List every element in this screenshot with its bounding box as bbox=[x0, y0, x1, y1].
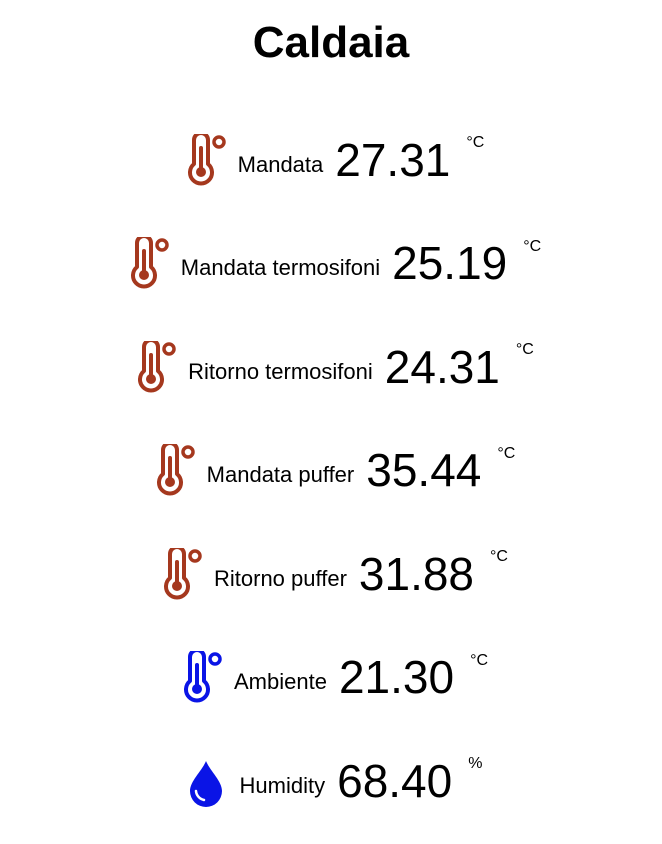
sensor-unit: °C bbox=[515, 341, 534, 358]
sensor-list: Mandata 27.31 °C Mandata termosifoni 25.… bbox=[0, 108, 662, 833]
thermometer-icon bbox=[178, 133, 230, 186]
sensor-row-mandata-termosifoni: Mandata termosifoni 25.19 °C bbox=[0, 212, 662, 316]
sensor-row-mandata: Mandata 27.31 °C bbox=[0, 108, 662, 212]
thermometer-icon bbox=[121, 237, 173, 289]
sensor-row-ritorno-puffer: Ritorno puffer 31.88 °C bbox=[0, 522, 662, 626]
page-title: Caldaia bbox=[252, 18, 410, 67]
sensor-label: Ritorno termosifoni bbox=[188, 358, 373, 384]
sensor-label: Mandata bbox=[237, 151, 324, 177]
sensor-label: Humidity bbox=[239, 772, 326, 798]
sensor-unit: °C bbox=[490, 548, 508, 565]
thermometer-icon bbox=[147, 444, 199, 496]
thermometer-icon bbox=[154, 547, 206, 600]
sensor-value: 35.44 bbox=[366, 444, 482, 497]
sensor-row-mandata-puffer: Mandata puffer 35.44 °C bbox=[0, 419, 662, 523]
sensor-row-ritorno-termosifoni: Ritorno termosifoni 24.31 °C bbox=[0, 315, 662, 419]
sensor-value: 25.19 bbox=[392, 237, 508, 290]
sensor-unit: °C bbox=[470, 651, 489, 669]
sensor-unit: °C bbox=[523, 237, 542, 255]
sensor-row-ambiente: Ambiente 21.30 °C bbox=[0, 626, 662, 730]
sensor-unit: % bbox=[468, 755, 483, 772]
thermometer-icon bbox=[174, 651, 226, 703]
sensor-value: 27.31 bbox=[335, 133, 451, 186]
sensor-row-humidity: Humidity 68.40 % bbox=[0, 729, 662, 833]
sensor-value: 31.88 bbox=[358, 547, 475, 600]
sensor-label: Ritorno puffer bbox=[214, 565, 347, 591]
sensor-label: Ambiente bbox=[233, 669, 327, 695]
water-drop-icon bbox=[180, 755, 232, 807]
thermometer-icon bbox=[128, 340, 180, 393]
sensor-value: 21.30 bbox=[338, 651, 455, 704]
sensor-label: Mandata puffer bbox=[206, 462, 355, 488]
sensor-unit: °C bbox=[466, 134, 485, 151]
sensor-value: 24.31 bbox=[384, 340, 500, 393]
sensor-label: Mandata termosifoni bbox=[180, 255, 381, 281]
sensor-value: 68.40 bbox=[337, 754, 453, 807]
sensor-unit: °C bbox=[497, 444, 516, 462]
